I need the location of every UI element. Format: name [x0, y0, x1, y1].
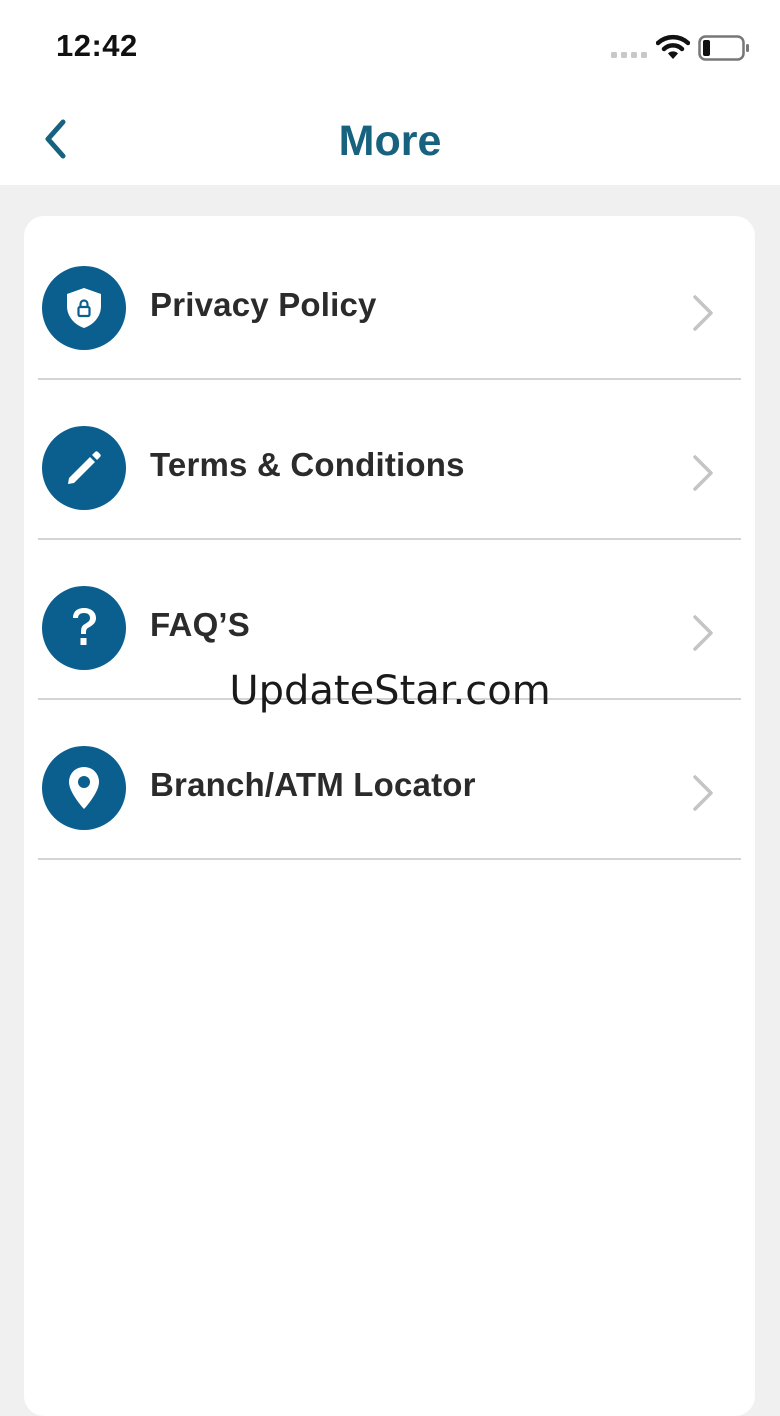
menu-item-branch-atm-locator[interactable]: Branch/ATM Locator — [38, 700, 741, 860]
page-title: More — [338, 117, 442, 165]
signal-icon — [611, 52, 647, 58]
back-button[interactable] — [30, 114, 80, 164]
pencil-icon — [42, 426, 126, 510]
nav-bar: More — [0, 92, 780, 185]
menu-item-label: Privacy Policy — [150, 286, 377, 323]
location-pin-icon — [42, 746, 126, 830]
chevron-right-icon — [693, 615, 713, 651]
divider — [38, 858, 741, 860]
chevron-left-icon — [45, 119, 66, 159]
menu-item-privacy-policy[interactable]: Privacy Policy — [38, 220, 741, 380]
status-bar: 12:42 — [0, 0, 780, 92]
shield-lock-icon — [42, 266, 126, 350]
question-icon — [42, 586, 126, 670]
chevron-right-icon — [693, 295, 713, 331]
wifi-icon — [656, 34, 690, 59]
menu-item-label: FAQ’S — [150, 606, 251, 643]
menu-item-faqs[interactable]: FAQ’S — [38, 540, 741, 700]
battery-icon — [698, 35, 749, 61]
menu-item-label: Terms & Conditions — [150, 446, 465, 483]
menu-card: Privacy Policy Terms & Conditions FAQ’S — [24, 216, 755, 1416]
menu-item-terms-conditions[interactable]: Terms & Conditions — [38, 380, 741, 540]
chevron-right-icon — [693, 455, 713, 491]
menu-item-label: Branch/ATM Locator — [150, 766, 476, 803]
status-time: 12:42 — [56, 28, 138, 63]
chevron-right-icon — [693, 775, 713, 811]
